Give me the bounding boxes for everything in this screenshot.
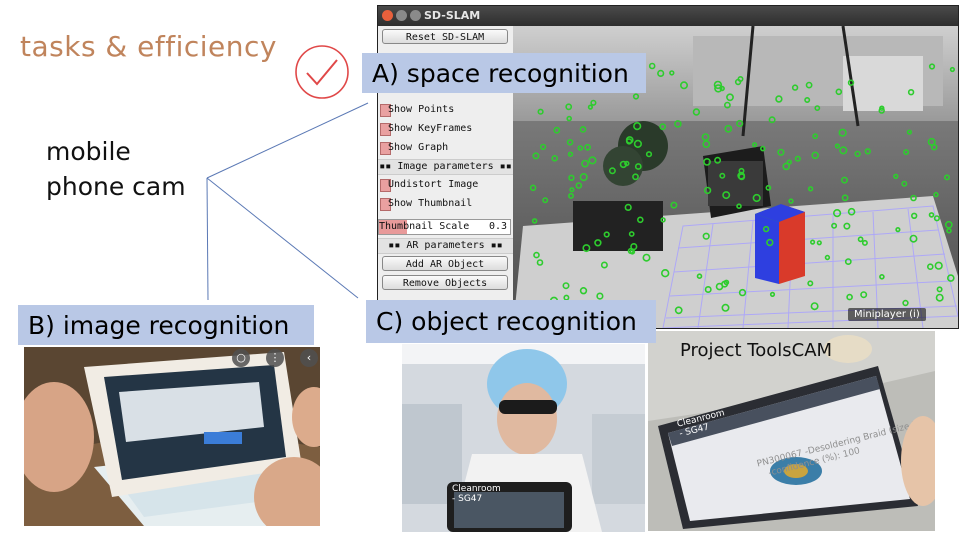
add-ar-object-button[interactable]: Add AR Object bbox=[382, 256, 508, 271]
label-space-recognition: A) space recognition bbox=[362, 53, 646, 93]
slide-title: tasks & efficiency bbox=[20, 30, 277, 63]
toolscam-caption: Project ToolsCAM bbox=[680, 340, 833, 361]
search-icon[interactable]: ○ bbox=[232, 349, 250, 367]
object-recognition-photo-1 bbox=[402, 344, 645, 532]
ar-parameters-header: ▪▪ AR parameters ▪▪ bbox=[378, 238, 513, 254]
camera-label: mobile phone cam bbox=[46, 134, 186, 204]
maximize-icon[interactable] bbox=[410, 10, 421, 21]
close-icon[interactable] bbox=[382, 10, 393, 21]
more-icon[interactable]: ⋮ bbox=[266, 349, 284, 367]
camera-label-line1: mobile bbox=[46, 137, 131, 166]
show-keyframes-checkbox[interactable]: Show KeyFrames bbox=[378, 121, 513, 137]
show-points-checkbox[interactable]: Show Points bbox=[378, 102, 513, 118]
image-parameters-header: ▪▪ Image parameters ▪▪ bbox=[378, 159, 513, 175]
show-graph-checkbox[interactable]: Show Graph bbox=[378, 140, 513, 156]
checkbox-label: Show Thumbnail bbox=[388, 198, 473, 209]
slider-label: Thumbnail Scale bbox=[379, 221, 470, 232]
remove-objects-button[interactable]: Remove Objects bbox=[382, 275, 508, 290]
check-circle-icon bbox=[295, 45, 349, 99]
thumbnail-scale-slider[interactable]: Thumbnail Scale 0.3 bbox=[378, 219, 511, 235]
label-object-recognition: C) object recognition bbox=[366, 300, 656, 343]
checkbox-label: Show Points bbox=[388, 104, 455, 115]
label-image-recognition: B) image recognition bbox=[18, 305, 314, 345]
reset-slam-button[interactable]: Reset SD-SLAM bbox=[382, 29, 508, 44]
checkbox-label: Undistort Image bbox=[388, 179, 479, 190]
image-recognition-overlay: ○ ⋮ ‹ bbox=[24, 347, 320, 369]
slider-value: 0.3 bbox=[488, 221, 507, 232]
window-titlebar: SD-SLAM bbox=[378, 6, 958, 26]
window-title: SD-SLAM bbox=[424, 9, 481, 22]
chevron-left-icon[interactable]: ‹ bbox=[300, 349, 318, 367]
image-recognition-photo bbox=[24, 347, 320, 526]
checkbox-label: Show KeyFrames bbox=[388, 123, 473, 134]
checkbox-label: Show Graph bbox=[388, 142, 449, 153]
undistort-image-checkbox[interactable]: Undistort Image bbox=[378, 177, 513, 193]
tablet-header-1: Cleanroom - SG47 bbox=[452, 484, 501, 504]
camera-label-line2: phone cam bbox=[46, 172, 186, 201]
show-thumbnail-checkbox[interactable]: Show Thumbnail bbox=[378, 196, 513, 212]
miniplayer-label: Miniplayer (i) bbox=[848, 308, 926, 321]
minimize-icon[interactable] bbox=[396, 10, 407, 21]
